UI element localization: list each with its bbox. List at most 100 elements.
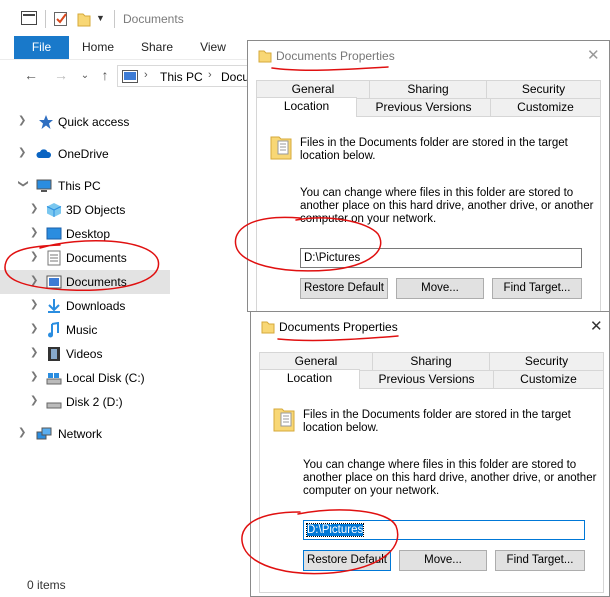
nav-label: This PC	[58, 179, 101, 193]
change-line-1: You can change where files in this folde…	[300, 187, 574, 199]
nav-documents[interactable]: ❯ Documents	[0, 246, 170, 270]
window-title: Documents	[123, 12, 184, 26]
nav-quick-access[interactable]: ❯ Quick access	[0, 110, 170, 134]
close-icon[interactable]: ✕	[587, 46, 600, 64]
tab-sharing[interactable]: Sharing	[369, 80, 487, 98]
nav-local-disk-c[interactable]: ❯ Local Disk (C:)	[0, 366, 170, 390]
nav-this-pc[interactable]: ❯ This PC	[0, 174, 170, 198]
chevron-right-icon[interactable]: ❯	[30, 299, 40, 310]
nav-label: Network	[58, 427, 103, 441]
tab-security[interactable]: Security	[489, 352, 604, 370]
breadcrumb-documents[interactable]: Docu	[221, 70, 249, 84]
tab-previous-versions[interactable]: Previous Versions	[359, 370, 494, 388]
tab-view[interactable]: View	[194, 36, 232, 59]
star-icon	[39, 115, 53, 129]
nav-onedrive[interactable]: ❯ OneDrive	[0, 142, 170, 166]
nav-downloads[interactable]: ❯ Downloads	[0, 294, 170, 318]
move-button[interactable]: Move...	[396, 278, 484, 299]
forward-arrow-icon[interactable]: →	[52, 67, 70, 83]
chevron-right-icon[interactable]: ❯	[30, 371, 40, 382]
up-arrow-icon[interactable]: ↑	[96, 67, 114, 83]
tab-previous-versions[interactable]: Previous Versions	[356, 98, 491, 116]
tab-sharing[interactable]: Sharing	[372, 352, 490, 370]
tab-location[interactable]: Location	[256, 97, 357, 117]
tab-home[interactable]: Home	[78, 36, 118, 59]
chevron-right-icon[interactable]: ❯	[30, 347, 40, 358]
close-icon[interactable]: ✕	[590, 317, 603, 335]
restore-default-button[interactable]: Restore Default	[300, 278, 388, 299]
info-line-2: location below.	[300, 150, 376, 162]
chevron-right-icon[interactable]: ❯	[30, 251, 40, 262]
breadcrumb-separator-icon: ›	[208, 69, 212, 81]
nav-label: Videos	[66, 347, 103, 361]
find-target-button[interactable]: Find Target...	[492, 278, 582, 299]
location-panel: Files in the Documents folder are stored…	[259, 388, 604, 593]
documents-folder-icon	[270, 136, 292, 160]
tab-customize[interactable]: Customize	[493, 370, 604, 388]
properties-dialog-back: Documents Properties ✕ General Sharing S…	[247, 40, 610, 312]
nav-music[interactable]: ❯ Music	[0, 318, 170, 342]
recent-locations-icon[interactable]: ⌄	[76, 70, 94, 81]
computer-icon	[36, 179, 52, 192]
breadcrumb-separator-icon: ›	[144, 69, 148, 81]
new-folder-icon[interactable]	[77, 11, 91, 27]
nav-label: 3D Objects	[66, 203, 126, 217]
nav-label: Local Disk (C:)	[66, 371, 145, 385]
cloud-icon	[36, 149, 52, 158]
folder-icon	[258, 50, 272, 63]
nav-label: Downloads	[66, 299, 126, 313]
tab-file[interactable]: File	[14, 36, 69, 59]
nav-3d-objects[interactable]: ❯ 3D Objects	[0, 198, 170, 222]
nav-videos[interactable]: ❯ Videos	[0, 342, 170, 366]
nav-network[interactable]: ❯ Network	[0, 422, 170, 446]
target-path-value: D:\Pictures	[305, 523, 365, 537]
nav-documents-selected[interactable]: ❯ Documents	[0, 270, 170, 294]
move-button[interactable]: Move...	[399, 550, 487, 571]
chevron-right-icon[interactable]: ❯	[30, 323, 40, 334]
nav-label: OneDrive	[58, 147, 109, 161]
tab-customize[interactable]: Customize	[490, 98, 601, 116]
nav-label: Disk 2 (D:)	[66, 395, 123, 409]
nav-desktop[interactable]: ❯ Desktop	[0, 222, 170, 246]
document-icon	[47, 250, 61, 266]
customize-qat-icon[interactable]: ▼	[96, 13, 105, 23]
chevron-right-icon[interactable]: ❯	[18, 115, 28, 126]
download-icon	[48, 299, 60, 313]
change-line-3: computer on your network.	[300, 213, 437, 225]
change-line-2: another place on this hard drive, anothe…	[300, 200, 594, 212]
chevron-right-icon[interactable]: ❯	[30, 275, 40, 286]
chevron-right-icon[interactable]: ❯	[18, 427, 28, 438]
pictures-folder-icon	[122, 70, 138, 83]
find-target-button[interactable]: Find Target...	[495, 550, 585, 571]
target-path-input[interactable]: D:\Pictures	[303, 520, 585, 540]
target-path-input[interactable]: D:\Pictures	[300, 248, 582, 268]
tab-general[interactable]: General	[259, 352, 373, 370]
chevron-right-icon[interactable]: ❯	[30, 395, 40, 406]
breadcrumb-this-pc[interactable]: This PC	[160, 70, 203, 84]
chevron-right-icon[interactable]: ❯	[30, 227, 40, 238]
folder-icon	[261, 321, 275, 334]
tab-share[interactable]: Share	[136, 36, 178, 59]
documents-folder-icon	[273, 408, 295, 432]
chevron-right-icon[interactable]: ❯	[30, 203, 40, 214]
dialog-titlebar: Documents Properties ✕	[248, 41, 609, 71]
restore-default-button[interactable]: Restore Default	[303, 550, 391, 571]
info-line-1: Files in the Documents folder are stored…	[303, 409, 571, 421]
info-line-2: location below.	[303, 422, 379, 434]
target-path-value: D:\Pictures	[304, 252, 361, 264]
tab-location[interactable]: Location	[259, 369, 360, 389]
window-icon	[21, 11, 37, 25]
dialog-titlebar: Documents Properties ✕	[251, 312, 609, 342]
info-line-1: Files in the Documents folder are stored…	[300, 137, 568, 149]
tab-security[interactable]: Security	[486, 80, 601, 98]
properties-icon[interactable]	[53, 11, 69, 27]
music-icon	[48, 322, 59, 338]
properties-dialog-front: Documents Properties ✕ General Sharing S…	[250, 311, 610, 597]
back-arrow-icon[interactable]: ←	[22, 67, 40, 83]
chevron-right-icon[interactable]: ❯	[18, 147, 28, 158]
dialog-title: Documents Properties	[279, 320, 398, 334]
tab-general[interactable]: General	[256, 80, 370, 98]
change-line-1: You can change where files in this folde…	[303, 459, 577, 471]
nav-disk-2-d[interactable]: ❯ Disk 2 (D:)	[0, 390, 170, 414]
chevron-down-icon[interactable]: ❯	[18, 180, 29, 190]
